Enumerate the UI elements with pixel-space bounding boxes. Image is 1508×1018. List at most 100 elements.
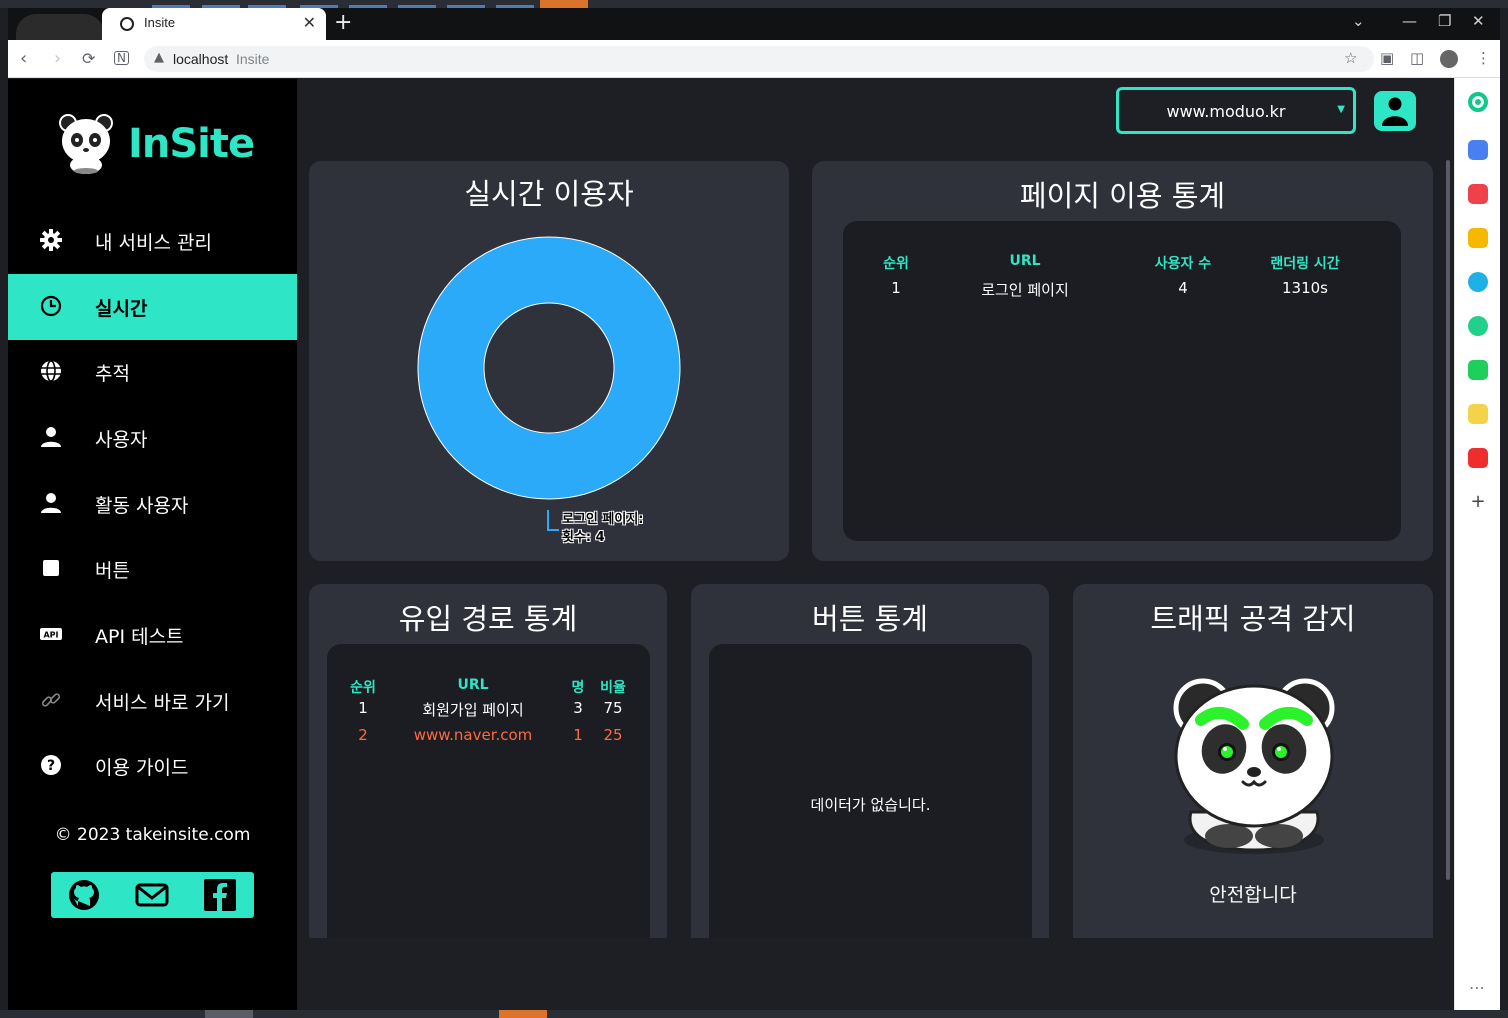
extension-notes-icon[interactable] <box>1468 404 1488 424</box>
help-icon: ? <box>41 755 61 775</box>
donut-slice[interactable] <box>417 236 681 500</box>
sidebar-item-guide[interactable]: ? 이용 가이드 <box>8 733 297 799</box>
sidebar-item-users[interactable]: 사용자 <box>8 405 297 471</box>
button-stats-card: 버튼 통계 데이터가 없습니다. <box>691 584 1049 938</box>
table-header: 비율 <box>600 680 626 696</box>
table-cell: 25 <box>603 726 623 744</box>
extension-edge-icon[interactable] <box>1468 272 1488 292</box>
sidebar-item-label: 사용자 <box>95 429 148 451</box>
back-icon[interactable]: ‹ <box>20 48 27 69</box>
minimize-button[interactable]: — <box>1402 12 1417 30</box>
table-cell[interactable]: www.naver.com <box>393 726 553 744</box>
sidebar-item-api-test[interactable]: API API 테스트 <box>8 602 297 668</box>
table-header: 순위 <box>883 256 909 272</box>
user-icon <box>1382 97 1408 126</box>
gear-icon <box>40 229 62 251</box>
table-cell: 1 <box>573 726 583 744</box>
sidebar-item-shortcut[interactable]: 서비스 바로 가기 <box>8 668 297 734</box>
page-scrollbar[interactable] <box>1446 160 1450 880</box>
panda-favicon-icon <box>120 17 134 31</box>
empty-message: 데이터가 없습니다. <box>810 796 931 814</box>
sidebar-item-label: 버튼 <box>95 560 130 582</box>
sidebar-item-buttons[interactable]: 버튼 <box>8 536 297 602</box>
card-title: 유입 경로 통계 <box>398 602 578 636</box>
browser-tab[interactable]: Insite ✕ <box>102 8 326 40</box>
sidebar-item-realtime[interactable]: 실시간 <box>8 274 297 340</box>
realtime-card: 실시간 이용자 로그인 페이지: 횟수: 4 <box>309 161 789 561</box>
sidebar-item-label: 실시간 <box>95 298 148 320</box>
screenshot-icon[interactable]: ▣ <box>1380 49 1394 67</box>
tab-strip: Insite ✕ + ⌄ — ❐ ✕ <box>8 8 1500 48</box>
profile-button[interactable] <box>1374 91 1416 131</box>
mail-icon[interactable] <box>135 879 169 911</box>
table-header: URL <box>457 677 489 693</box>
extension-now-icon[interactable] <box>1468 448 1488 468</box>
chevron-down-icon: ▼ <box>1337 104 1345 115</box>
url-input[interactable]: ▲ localhost Insite <box>144 46 1374 72</box>
close-window-button[interactable]: ✕ <box>1472 12 1485 30</box>
extension-pocket-icon[interactable] <box>1468 184 1488 204</box>
forward-icon[interactable]: › <box>54 48 61 69</box>
extension-star-icon[interactable] <box>1468 228 1488 248</box>
table-cell: 2 <box>358 726 368 744</box>
card-title: 페이지 이용 통계 <box>1019 179 1226 213</box>
sidebar-item-label: 내 서비스 관리 <box>95 232 212 254</box>
table-header: 순위 <box>350 680 376 696</box>
warning-icon[interactable]: ▲ <box>154 50 164 65</box>
square-icon <box>43 560 59 576</box>
api-icon: API <box>40 628 62 640</box>
maximize-button[interactable]: ❐ <box>1438 12 1451 30</box>
bookmark-star-icon[interactable]: ☆ <box>1344 49 1357 67</box>
panda-mascot-icon <box>1173 678 1335 854</box>
table-header: 명 <box>571 680 585 696</box>
sidebar-item-label: API 테스트 <box>95 626 184 648</box>
profile-icon[interactable] <box>1440 50 1458 68</box>
sidebar-item-label: 활동 사용자 <box>95 495 189 517</box>
sidebar-item-label: 서비스 바로 가기 <box>95 692 230 714</box>
notion-icon[interactable]: N <box>114 51 129 65</box>
new-tab-button[interactable]: + <box>334 10 352 35</box>
user-icon <box>41 427 61 447</box>
card-title: 버튼 통계 <box>812 602 928 636</box>
tooltip-label: 로그인 페이지: <box>562 512 644 527</box>
referrer-stats-table: 순위 URL 명 비율 1 회원가입 페이지 3 75 2 www.naver.… <box>327 644 650 938</box>
traffic-detection-card: 트래픽 공격 감지 안전합니다 <box>1073 584 1433 938</box>
extension-circle-icon[interactable] <box>1468 92 1488 112</box>
tab-close-icon[interactable]: ✕ <box>303 13 316 32</box>
sidebar-item-label: 이용 가이드 <box>95 757 189 779</box>
sidebar-item-active-users[interactable]: 활동 사용자 <box>8 471 297 537</box>
github-icon[interactable] <box>67 879 101 911</box>
extension-webtoon-icon[interactable] <box>1468 360 1488 380</box>
table-cell: 회원가입 페이지 <box>422 701 524 719</box>
site-select[interactable]: www.moduo.kr ▼ <box>1116 87 1356 134</box>
add-extension-icon[interactable]: + <box>1468 492 1488 512</box>
panda-logo-icon <box>59 114 113 174</box>
more-icon[interactable]: ⋯ <box>1469 978 1485 997</box>
extension-play-icon[interactable] <box>1468 316 1488 336</box>
chart-tooltip: 로그인 페이지: 횟수: 4 <box>562 511 644 547</box>
tooltip-value: 횟수: 4 <box>562 530 605 545</box>
tab-title: Insite <box>144 15 176 30</box>
main-content: www.moduo.kr ▼ 실시간 이용자 로그인 페이지: 횟수: 4 페이… <box>297 79 1446 1010</box>
social-links <box>51 872 254 918</box>
copyright-text: © 2023 takeinsite.com <box>54 825 251 845</box>
address-bar: ‹ › ⟳ N ▲ localhost Insite ☆ ▣ ◫ ⋮ <box>8 40 1500 78</box>
os-taskbar-top <box>0 0 1508 8</box>
facebook-icon[interactable] <box>203 879 237 911</box>
menu-dots-icon[interactable]: ⋮ <box>1476 49 1491 67</box>
sidebar-item-tracking[interactable]: 추적 <box>8 339 297 405</box>
table-header: 사용자 수 <box>1154 256 1212 272</box>
reload-icon[interactable]: ⟳ <box>82 49 95 68</box>
tooltip-leader-line <box>547 510 549 530</box>
side-panel-icon[interactable]: ◫ <box>1410 49 1424 67</box>
page-stats-table: 순위 URL 사용자 수 랜더링 시간 1 로그인 페이지 4 1310s <box>843 221 1401 541</box>
extension-rail: + ⋯ <box>1454 78 1500 1010</box>
tab-search-icon[interactable]: ⌄ <box>1352 12 1365 30</box>
svg-text:API: API <box>43 631 58 640</box>
sidebar-item-service-management[interactable]: 내 서비스 관리 <box>8 208 297 274</box>
clock-icon <box>40 295 62 317</box>
table-header: 랜더링 시간 <box>1270 256 1340 272</box>
brand-logo-text[interactable]: InSite <box>128 121 255 167</box>
url-path: Insite <box>236 51 270 67</box>
extension-briefcase-icon[interactable] <box>1468 140 1488 160</box>
